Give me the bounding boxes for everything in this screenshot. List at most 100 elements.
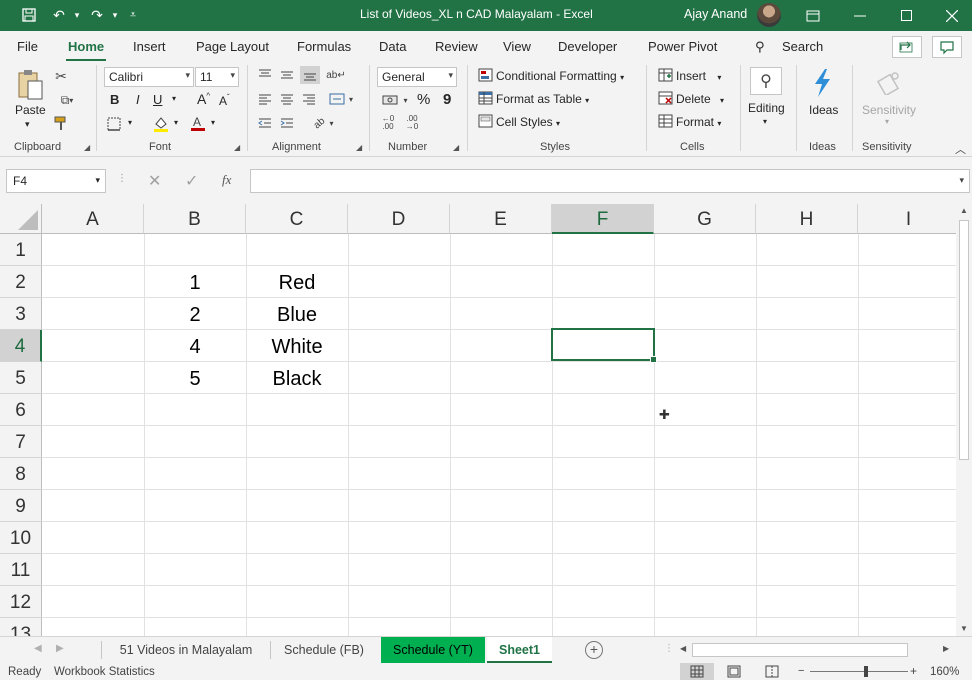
select-all-button[interactable] bbox=[0, 204, 42, 234]
formula-input[interactable]: ▾ bbox=[250, 169, 970, 193]
zoom-slider[interactable] bbox=[810, 671, 908, 672]
paste-dropdown-icon[interactable]: ▾ bbox=[25, 119, 30, 130]
tab-formulas[interactable]: Formulas bbox=[297, 39, 351, 54]
format-painter-icon[interactable] bbox=[52, 114, 70, 132]
font-size-select[interactable]: 11 ▾ bbox=[195, 67, 239, 87]
tab-view[interactable]: View bbox=[503, 39, 531, 54]
decrease-decimal-icon[interactable]: .00 →0 bbox=[402, 114, 422, 132]
cell-c3[interactable]: Blue bbox=[246, 298, 348, 330]
zoom-level[interactable]: 160% bbox=[930, 666, 959, 678]
increase-decimal-icon[interactable]: ←0.00 bbox=[378, 114, 398, 132]
row-header[interactable]: 8 bbox=[0, 458, 42, 490]
cell-c2[interactable]: Red bbox=[246, 266, 348, 298]
vertical-scrollbar[interactable]: ▲ ▼ bbox=[956, 204, 972, 636]
fill-color-icon[interactable] bbox=[152, 115, 170, 133]
sheet-tab-colored[interactable]: Schedule (YT) bbox=[381, 637, 485, 663]
ideas-icon[interactable] bbox=[808, 67, 836, 99]
italic-button[interactable]: I bbox=[136, 92, 140, 107]
ideas-button[interactable]: Ideas bbox=[809, 103, 838, 117]
underline-dropdown-icon[interactable]: ▾ bbox=[172, 94, 176, 103]
row-header-selected[interactable]: 4 bbox=[0, 330, 42, 362]
row-header[interactable]: 7 bbox=[0, 426, 42, 458]
cancel-icon[interactable]: ✕ bbox=[148, 171, 161, 191]
comma-button[interactable]: 9 bbox=[443, 91, 451, 108]
tab-file[interactable]: File bbox=[17, 39, 38, 54]
row-header[interactable]: 13 bbox=[0, 618, 42, 636]
insert-button[interactable]: Insert ▾ bbox=[676, 69, 721, 83]
copy-icon[interactable]: ⧉ ▾ bbox=[52, 91, 82, 109]
font-color-dropdown-icon[interactable]: ▾ bbox=[211, 118, 215, 127]
row-header[interactable]: 12 bbox=[0, 586, 42, 618]
cell-styles-button[interactable]: Cell Styles ▾ bbox=[496, 115, 560, 129]
clipboard-launcher-icon[interactable]: ◢ bbox=[84, 143, 90, 152]
column-header[interactable]: D bbox=[348, 204, 450, 234]
delete-button[interactable]: Delete ▾ bbox=[676, 92, 724, 106]
row-header[interactable]: 1 bbox=[0, 234, 42, 266]
row-header[interactable]: 9 bbox=[0, 490, 42, 522]
bold-button[interactable]: B bbox=[110, 92, 119, 107]
sheet-tab-active[interactable]: Sheet1 bbox=[487, 637, 552, 663]
name-box[interactable]: F4 ▾ bbox=[6, 169, 106, 193]
zoom-slider-thumb[interactable] bbox=[864, 666, 868, 677]
scroll-up-icon[interactable]: ▲ bbox=[960, 206, 968, 215]
column-header[interactable]: G bbox=[654, 204, 756, 234]
borders-dropdown-icon[interactable]: ▾ bbox=[128, 118, 132, 127]
next-sheet-icon[interactable]: ▶ bbox=[56, 643, 64, 654]
sheet-tab[interactable]: Schedule (FB) bbox=[274, 637, 374, 663]
share-button[interactable] bbox=[892, 36, 922, 58]
search-label[interactable]: Search bbox=[782, 39, 823, 54]
column-header[interactable]: E bbox=[450, 204, 552, 234]
row-header[interactable]: 11 bbox=[0, 554, 42, 586]
number-launcher-icon[interactable]: ◢ bbox=[453, 143, 459, 152]
format-button[interactable]: Format ▾ bbox=[676, 115, 721, 129]
save-icon[interactable] bbox=[18, 5, 40, 25]
cell-styles-icon[interactable] bbox=[477, 113, 493, 129]
font-name-select[interactable]: Calibri ▾ bbox=[104, 67, 194, 87]
comments-button[interactable] bbox=[932, 36, 962, 58]
column-header[interactable]: B bbox=[144, 204, 246, 234]
middle-align-icon[interactable] bbox=[278, 67, 296, 83]
cell-b2[interactable]: 1 bbox=[144, 266, 246, 298]
page-break-view-icon[interactable] bbox=[765, 665, 779, 680]
underline-button[interactable]: U bbox=[153, 92, 162, 107]
decrease-font-icon[interactable]: Aˇ bbox=[219, 93, 230, 108]
drag-handle-icon[interactable]: ⋮ bbox=[117, 173, 127, 184]
find-icon[interactable]: ⚲ bbox=[750, 67, 782, 95]
alignment-launcher-icon[interactable]: ◢ bbox=[356, 143, 362, 152]
undo-dropdown-icon[interactable]: ▾ bbox=[66, 5, 88, 25]
add-sheet-button[interactable]: + bbox=[585, 641, 603, 659]
align-right-icon[interactable] bbox=[300, 91, 318, 107]
sheet-tab[interactable]: 51 Videos in Malayalam bbox=[106, 637, 266, 663]
number-format-select[interactable]: General ▾ bbox=[377, 67, 457, 87]
row-header[interactable]: 10 bbox=[0, 522, 42, 554]
tab-insert[interactable]: Insert bbox=[133, 39, 166, 54]
align-center-icon[interactable] bbox=[278, 91, 296, 107]
cell-c4[interactable]: White bbox=[246, 330, 348, 362]
insert-cells-icon[interactable] bbox=[657, 67, 673, 83]
column-header[interactable]: A bbox=[42, 204, 144, 234]
font-launcher-icon[interactable]: ◢ bbox=[234, 143, 240, 152]
borders-icon[interactable] bbox=[105, 115, 123, 133]
zoom-in-icon[interactable]: + bbox=[910, 664, 917, 678]
align-left-icon[interactable] bbox=[256, 91, 274, 107]
cell-b5[interactable]: 5 bbox=[144, 362, 246, 394]
tab-split-handle-icon[interactable]: ⋮ bbox=[664, 643, 674, 654]
cell-b3[interactable]: 2 bbox=[144, 298, 246, 330]
tab-home[interactable]: Home bbox=[65, 39, 107, 62]
tab-developer[interactable]: Developer bbox=[558, 39, 617, 54]
paste-icon[interactable] bbox=[14, 67, 46, 103]
format-as-table-button[interactable]: Format as Table ▾ bbox=[496, 92, 589, 106]
decrease-indent-icon[interactable] bbox=[256, 115, 274, 131]
horizontal-scroll-thumb[interactable] bbox=[692, 643, 908, 657]
increase-font-icon[interactable]: A^ bbox=[197, 91, 210, 107]
format-cells-icon[interactable] bbox=[657, 113, 673, 129]
prev-sheet-icon[interactable]: ◀ bbox=[34, 643, 42, 654]
orientation-icon[interactable]: ab ▾ bbox=[308, 115, 340, 131]
normal-view-icon[interactable] bbox=[680, 663, 714, 680]
tab-power-pivot[interactable]: Power Pivot bbox=[648, 39, 717, 54]
row-header[interactable]: 5 bbox=[0, 362, 42, 394]
tab-review[interactable]: Review bbox=[435, 39, 478, 54]
active-cell[interactable] bbox=[551, 328, 657, 363]
cell-c5[interactable]: Black bbox=[246, 362, 348, 394]
format-as-table-icon[interactable] bbox=[477, 90, 493, 106]
